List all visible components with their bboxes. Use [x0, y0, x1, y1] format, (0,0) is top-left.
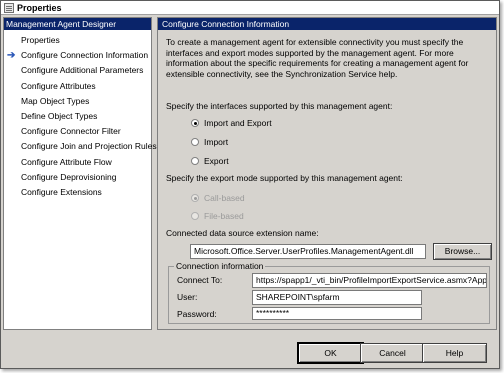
nav-item-label: Configure Connection Information [21, 50, 149, 61]
nav-item-define-object-types[interactable]: Define Object Types [4, 109, 151, 124]
help-button[interactable]: Help [422, 343, 487, 363]
window-title: Properties [17, 2, 62, 13]
radio-button-icon [191, 138, 199, 146]
extension-name-field[interactable]: Microsoft.Office.Server.UserProfiles.Man… [190, 244, 426, 259]
password-label: Password: [177, 309, 217, 319]
content-pane-header: Configure Connection Information [158, 18, 496, 30]
radio-label: Export [204, 156, 229, 166]
nav-item-label: Configure Join and Projection Rules [21, 141, 157, 152]
nav-item-label: Properties [21, 35, 60, 45]
properties-dialog: Properties Management Agent Designer Pro… [0, 0, 500, 369]
connection-group-title: Connection information [174, 261, 266, 271]
nav-item-label: Configure Deprovisioning [21, 171, 117, 182]
designer-nav-list: Properties ➔ Configure Connection Informa… [4, 30, 157, 200]
radio-button-icon [191, 212, 199, 220]
radio-export[interactable]: Export [191, 156, 229, 166]
nav-item-label: Configure Additional Parameters [21, 65, 144, 76]
nav-item-label: Configure Connector Filter [21, 126, 121, 137]
extension-name-label: Connected data source extension name: [166, 228, 319, 238]
radio-button-icon [191, 157, 199, 165]
connection-info-pane: Configure Connection Information To crea… [157, 17, 497, 330]
nav-item-configure-connection-information[interactable]: ➔ Configure Connection Information [4, 48, 151, 63]
title-bar[interactable]: Properties [1, 1, 499, 15]
nav-item-configure-deprovisioning[interactable]: Configure Deprovisioning [4, 170, 151, 185]
connection-information-group: Connection information Connect To: https… [168, 261, 490, 324]
nav-item-label: Configure Extensions [21, 186, 102, 197]
nav-item-configure-attribute-flow[interactable]: Configure Attribute Flow [4, 155, 151, 170]
nav-item-configure-extensions[interactable]: Configure Extensions [4, 185, 151, 200]
nav-item-label: Configure Attribute Flow [21, 156, 112, 167]
browse-button[interactable]: Browse... [433, 243, 492, 260]
current-step-arrow-icon: ➔ [7, 50, 16, 62]
nav-item-configure-attributes[interactable]: Configure Attributes [4, 79, 151, 94]
cancel-button[interactable]: Cancel [360, 343, 425, 363]
radio-label: Import [204, 137, 229, 147]
intro-text: To create a management agent for extensi… [166, 37, 469, 79]
radio-call-based[interactable]: Call-based [191, 193, 245, 203]
nav-item-configure-join-and-projection-rules[interactable]: Configure Join and Projection Rules [4, 139, 157, 154]
radio-label: Import and Export [204, 118, 272, 128]
connect-to-field[interactable]: https://spapp1/_vti_bin/ProfileImportExp… [252, 273, 487, 288]
radio-import[interactable]: Import [191, 137, 228, 147]
user-field[interactable]: SHAREPOINT\spfarm [252, 290, 422, 305]
nav-pane-header: Management Agent Designer [4, 18, 151, 30]
nav-item-properties[interactable]: Properties [4, 33, 151, 48]
radio-label: File-based [204, 211, 244, 221]
nav-item-configure-additional-parameters[interactable]: Configure Additional Parameters [4, 63, 151, 78]
nav-item-configure-connector-filter[interactable]: Configure Connector Filter [4, 124, 151, 139]
nav-item-label: Map Object Types [21, 95, 90, 106]
connect-to-label: Connect To: [177, 275, 223, 285]
radio-label: Call-based [204, 193, 245, 203]
user-label: User: [177, 292, 198, 302]
nav-item-label: Configure Attributes [21, 80, 96, 91]
interfaces-label: Specify the interfaces supported by this… [166, 101, 393, 111]
export-mode-label: Specify the export mode supported by thi… [166, 173, 403, 183]
radio-button-icon [191, 119, 199, 127]
designer-nav-pane: Management Agent Designer Properties ➔ Co… [3, 17, 157, 330]
radio-import-and-export[interactable]: Import and Export [191, 118, 272, 128]
nav-item-map-object-types[interactable]: Map Object Types [4, 94, 151, 109]
properties-window-icon [4, 2, 14, 13]
ok-button[interactable]: OK [298, 343, 363, 363]
radio-file-based[interactable]: File-based [191, 211, 244, 221]
radio-button-icon [191, 194, 199, 202]
nav-item-label: Define Object Types [21, 110, 98, 121]
password-field[interactable]: ********** [252, 307, 422, 320]
